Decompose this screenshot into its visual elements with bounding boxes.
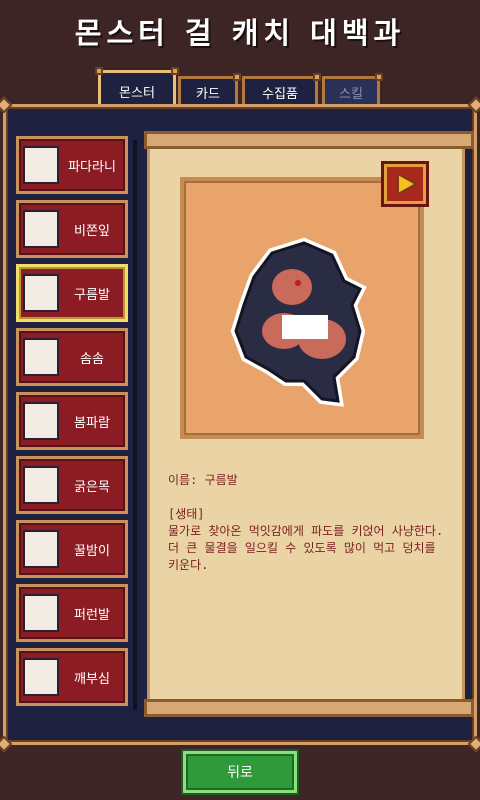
brown-girl-portrait [23, 466, 59, 504]
monster-name: 이름: 구름발 [168, 473, 238, 487]
monster-list-item[interactable]: 구름발 [16, 264, 128, 322]
parchment-top-rod [144, 131, 474, 149]
page-title: 몬스터 걸 캐치 대백과 [74, 16, 406, 50]
tab-label: 몬스터 [119, 86, 155, 101]
monster-list-item[interactable]: 파다라니 [16, 136, 128, 194]
darkhair-girl-portrait [23, 274, 59, 312]
leaf-girl-portrait [23, 210, 59, 248]
cloudfoot-monster-art [230, 237, 367, 407]
monster-portrait-frame [180, 177, 424, 439]
list-scrollbar[interactable] [133, 140, 137, 710]
tab-label: 카드 [196, 86, 220, 102]
horned-girl-portrait [23, 658, 59, 696]
parchment-bottom-rod [144, 699, 474, 717]
monster-name-label: 비쫀잎 [74, 224, 110, 239]
monster-info: 이름: 구름발 [생태] 물가로 찾아온 먹잇감에게 파도를 키얹어 사냥한다.… [168, 472, 448, 574]
back-button[interactable]: 뒤로 [183, 751, 297, 793]
monster-name-label: 파다라니 [68, 160, 116, 175]
monster-name-label: 굵은목 [74, 480, 110, 495]
blue-girl-portrait [23, 594, 59, 632]
monster-list-item[interactable]: 퍼런발 [16, 584, 128, 642]
monster-list-item[interactable]: 깨부심 [16, 648, 128, 706]
ecology-description: 물가로 찾아온 먹잇감에게 파도를 키얹어 사냥한다. 더 큰 물결을 일으킬 … [168, 524, 444, 572]
monster-name-label: 구름발 [74, 288, 110, 303]
striped-girl-portrait [23, 530, 59, 568]
play-button[interactable] [381, 161, 429, 207]
monster-list-item[interactable]: 봄파람 [16, 392, 128, 450]
whitehair-girl-portrait [23, 338, 59, 376]
play-icon [397, 172, 418, 196]
tab-label: 수집품 [262, 86, 298, 102]
ecology-label: [생태] [168, 507, 205, 521]
monster-name-label: 봄파람 [74, 416, 110, 431]
monster-name-label: 깨부심 [74, 672, 110, 687]
monster-name-label: 꿀밤이 [74, 544, 110, 559]
monster-list[interactable]: 파다라니비쫀잎구름발솜솜봄파람굵은목꿀밤이퍼런발깨부심 [12, 130, 132, 714]
monster-list-item[interactable]: 비쫀잎 [16, 200, 128, 258]
bunny-girl-portrait [23, 402, 59, 440]
monster-name-label: 솜솜 [80, 352, 104, 367]
monster-list-item[interactable]: 꿀밤이 [16, 520, 128, 578]
back-label: 뒤로 [227, 765, 253, 781]
tab-label: 스킬 [339, 86, 363, 102]
monster-list-item[interactable]: 솜솜 [16, 328, 128, 386]
redhead-girl-portrait [23, 146, 59, 184]
monster-list-item[interactable]: 굵은목 [16, 456, 128, 514]
monster-name-label: 퍼런발 [74, 608, 110, 623]
